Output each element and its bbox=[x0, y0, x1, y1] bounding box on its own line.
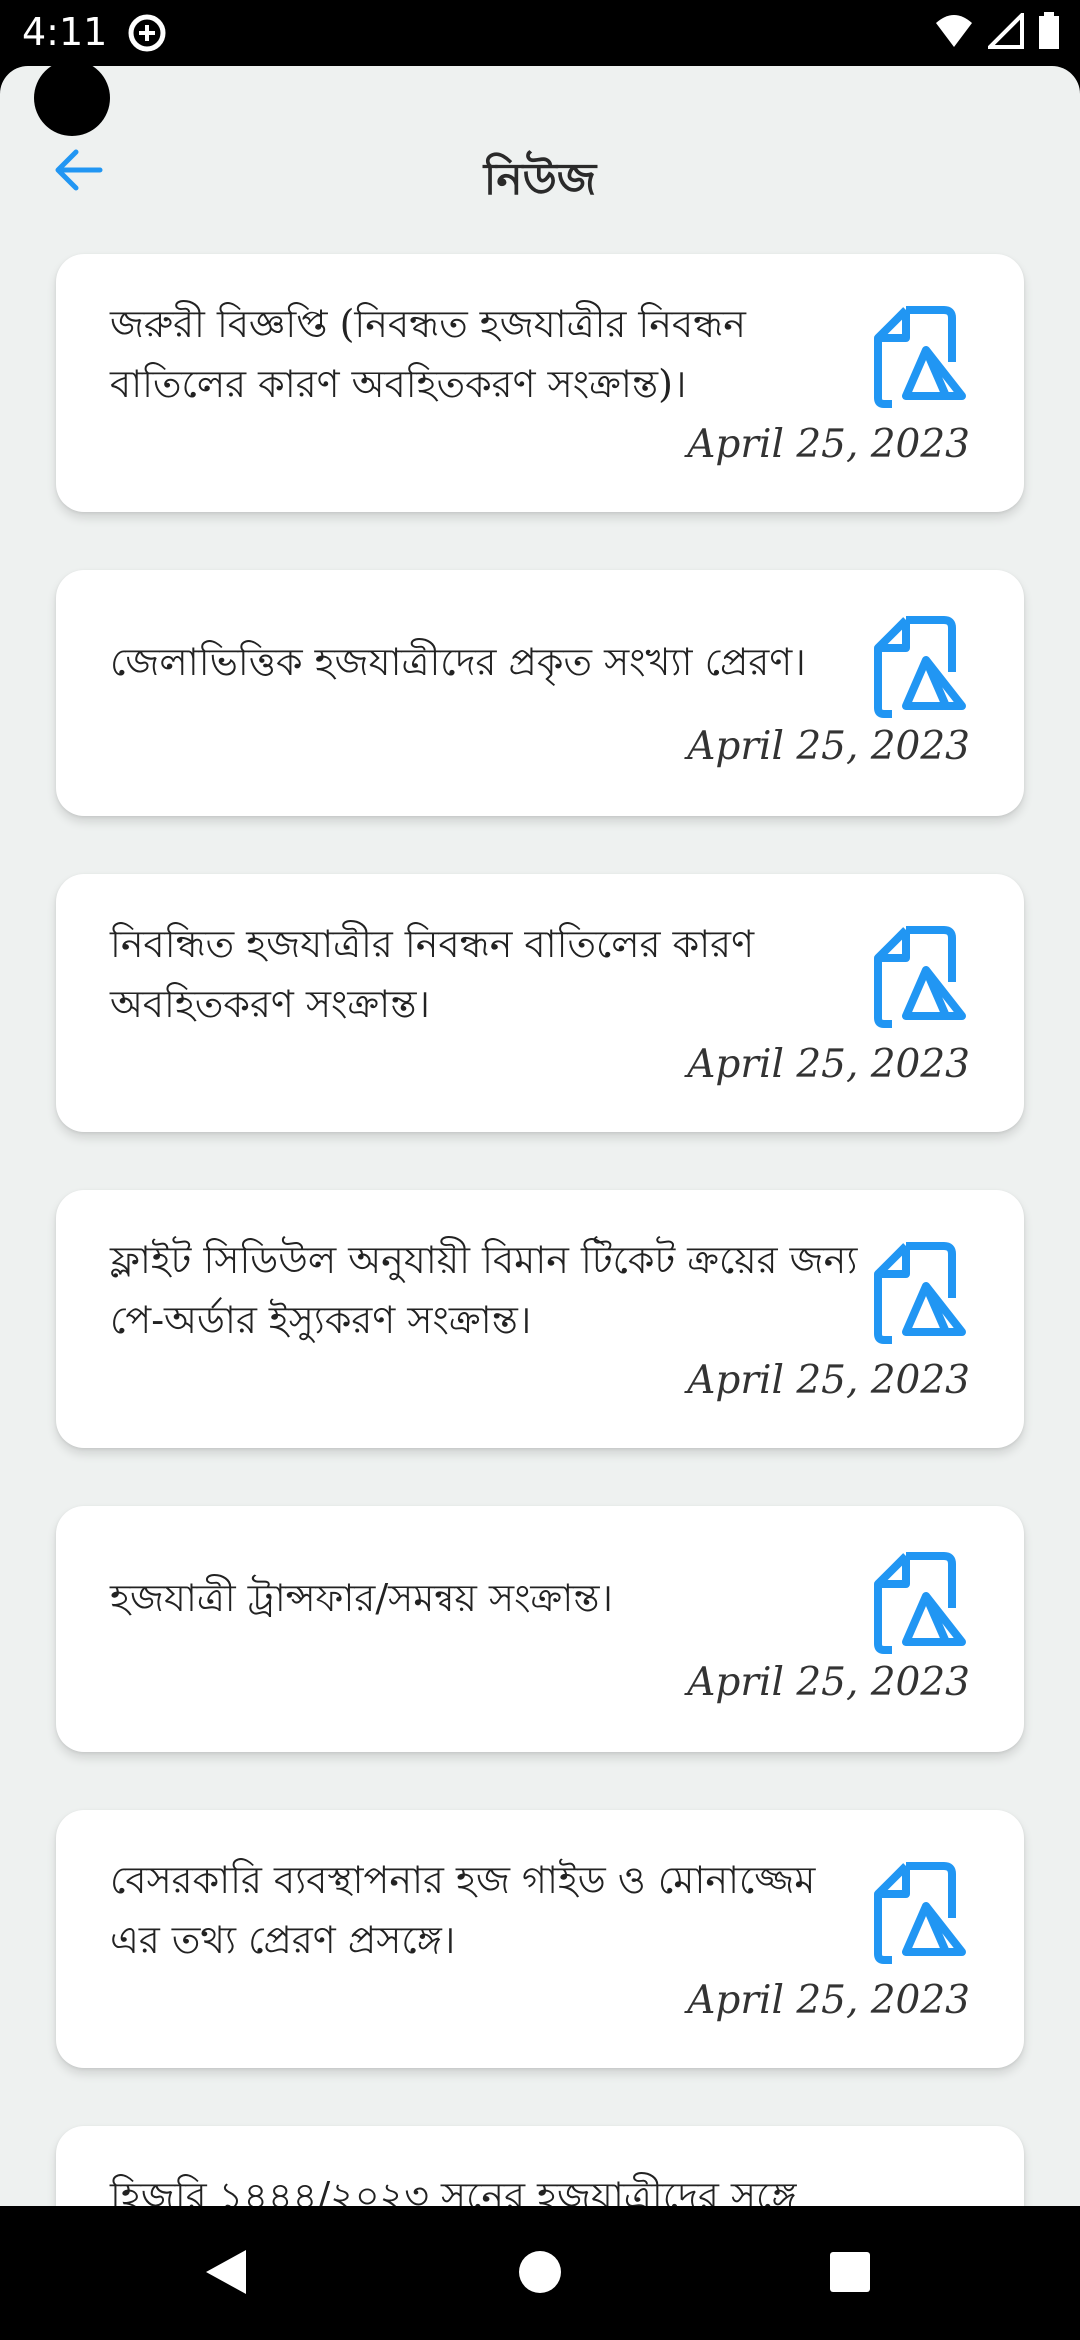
news-card[interactable]: নিবন্ধিত হজযাত্রীর নিবন্ধন বাতিলের কারণ … bbox=[56, 874, 1024, 1132]
news-title: বেসরকারি ব্যবস্থাপনার হজ গাইড ও মোনাজ্জে… bbox=[110, 1858, 816, 1962]
news-date: April 25, 2023 bbox=[687, 1978, 970, 2023]
news-date: April 25, 2023 bbox=[687, 1358, 970, 1403]
nav-back-button[interactable] bbox=[194, 2242, 258, 2306]
circle-home-icon bbox=[518, 2250, 562, 2298]
page-title: নিউজ bbox=[483, 154, 597, 205]
news-card[interactable]: জরুরী বিজ্ঞপ্তি (নিবন্ধত হজযাত্রীর নিবন্… bbox=[56, 254, 1024, 512]
nav-home-button[interactable] bbox=[508, 2242, 572, 2306]
pdf-document-icon[interactable] bbox=[870, 1240, 966, 1344]
news-date: April 25, 2023 bbox=[687, 1660, 970, 1705]
news-title: নিবন্ধিত হজযাত্রীর নিবন্ধন বাতিলের কারণ … bbox=[110, 922, 755, 1026]
pdf-document-icon[interactable] bbox=[870, 614, 966, 718]
pdf-document-icon[interactable] bbox=[870, 304, 966, 408]
news-title: হিজরি ১৪৪৪/২০২৩ সনের হজযাত্রীদের সঙ্গে bbox=[110, 2174, 797, 2206]
triangle-back-icon bbox=[204, 2248, 248, 2300]
news-date: April 25, 2023 bbox=[687, 724, 970, 769]
wifi-icon bbox=[934, 13, 974, 53]
status-bar: 4:11 bbox=[0, 0, 1080, 66]
pdf-document-icon[interactable] bbox=[870, 1860, 966, 1964]
news-date: April 25, 2023 bbox=[687, 1042, 970, 1087]
pdf-document-icon[interactable] bbox=[870, 1550, 966, 1654]
square-recents-icon bbox=[829, 2251, 871, 2297]
news-card[interactable]: জেলাভিত্তিক হজযাত্রীদের প্রকৃত সংখ্যা প্… bbox=[56, 570, 1024, 816]
nav-recents-button[interactable] bbox=[818, 2242, 882, 2306]
news-title: জেলাভিত্তিক হজযাত্রীদের প্রকৃত সংখ্যা প্… bbox=[110, 640, 806, 684]
news-card[interactable]: ফ্লাইট সিডিউল অনুযায়ী বিমান টিকেট ক্রয়… bbox=[56, 1190, 1024, 1448]
navigation-bar bbox=[0, 2206, 1080, 2340]
news-title: ফ্লাইট সিডিউল অনুযায়ী বিমান টিকেট ক্রয়… bbox=[110, 1238, 858, 1342]
news-title: হজযাত্রী ট্রান্সফার/সমন্বয় সংক্রান্ত। bbox=[110, 1576, 613, 1620]
news-date: April 25, 2023 bbox=[687, 422, 970, 467]
news-card[interactable]: হিজরি ১৪৪৪/২০২৩ সনের হজযাত্রীদের সঙ্গে bbox=[56, 2126, 1024, 2206]
signal-icon bbox=[985, 10, 1024, 53]
news-title: জরুরী বিজ্ঞপ্তি (নিবন্ধত হজযাত্রীর নিবন্… bbox=[110, 302, 746, 406]
battery-icon bbox=[1038, 12, 1060, 54]
app-notification-icon bbox=[126, 12, 168, 58]
news-card[interactable]: হজযাত্রী ট্রান্সফার/সমন্বয় সংক্রান্ত। A… bbox=[56, 1506, 1024, 1752]
status-time: 4:11 bbox=[22, 10, 108, 54]
header: নিউজ bbox=[0, 106, 1080, 226]
news-card[interactable]: বেসরকারি ব্যবস্থাপনার হজ গাইড ও মোনাজ্জে… bbox=[56, 1810, 1024, 2068]
app-screen: নিউজ জরুরী বিজ্ঞপ্তি (নিবন্ধত হজযাত্রীর … bbox=[0, 66, 1080, 2206]
pdf-document-icon[interactable] bbox=[870, 924, 966, 1028]
